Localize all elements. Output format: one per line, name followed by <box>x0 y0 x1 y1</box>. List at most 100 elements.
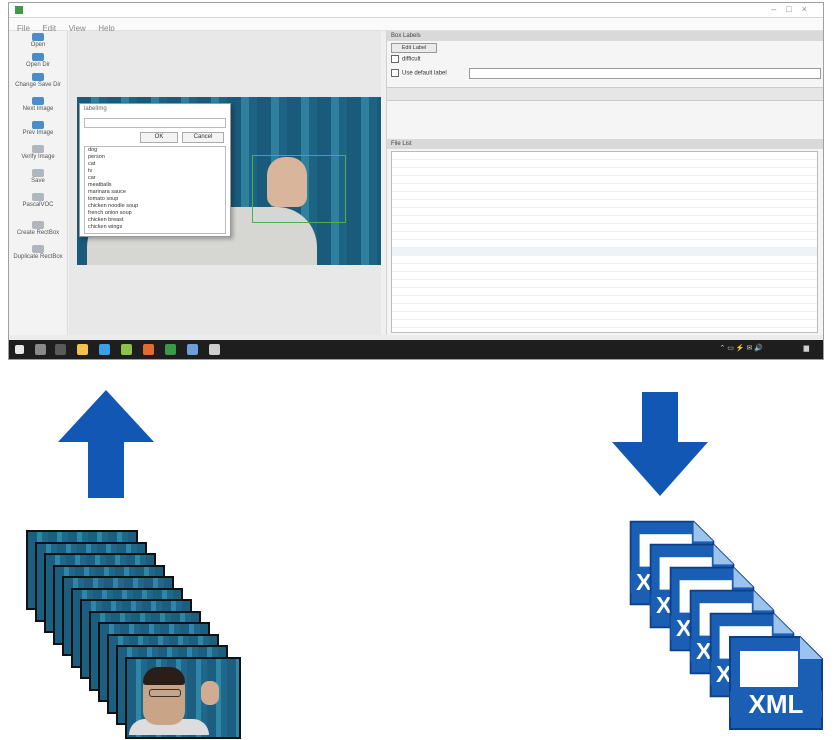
file-list-row[interactable] <box>392 152 817 160</box>
edit-label-button[interactable]: Edit Label <box>391 43 437 53</box>
image-frame <box>125 656 241 739</box>
app-icon[interactable] <box>143 344 154 355</box>
file-list-row[interactable] <box>392 280 817 288</box>
task-view-icon[interactable] <box>55 344 66 355</box>
xml-file-icon: X <box>649 543 735 629</box>
label-input[interactable] <box>84 118 226 128</box>
file-list-row[interactable] <box>392 304 817 312</box>
next-image-button[interactable]: Next Image <box>9 97 67 115</box>
menu-bar: File Edit View Help <box>9 18 823 33</box>
default-label-input[interactable] <box>469 68 821 79</box>
image-frame <box>62 576 174 656</box>
file-list-row[interactable] <box>392 160 817 168</box>
label-option[interactable]: chicken noodle soup <box>85 203 225 210</box>
label-option[interactable]: dog <box>85 147 225 154</box>
file-list-row[interactable] <box>392 176 817 184</box>
file-list-row[interactable] <box>392 256 817 264</box>
app-icon[interactable] <box>187 344 198 355</box>
file-list-row[interactable] <box>392 168 817 176</box>
person-face <box>143 666 185 725</box>
dialog-cancel-button[interactable]: Cancel <box>182 132 224 143</box>
file-list-row[interactable] <box>392 320 817 328</box>
file-list-row[interactable] <box>392 184 817 192</box>
difficult-checkbox[interactable]: difficult <box>391 55 421 63</box>
xml-file-icon: X <box>709 612 795 698</box>
label-option[interactable]: cat <box>85 161 225 168</box>
folder-icon <box>32 73 44 81</box>
file-list-row[interactable] <box>392 328 817 332</box>
xml-label-partial: X <box>696 638 712 664</box>
image-frame <box>26 530 138 610</box>
bounding-box[interactable] <box>252 155 346 223</box>
edge-icon[interactable] <box>99 344 110 355</box>
file-list-row[interactable] <box>392 200 817 208</box>
glasses-icon <box>149 688 181 697</box>
pascalvoc-button[interactable]: PascalVOC <box>9 193 67 211</box>
folder-icon <box>32 53 44 61</box>
label-option[interactable]: person <box>85 154 225 161</box>
windows-start-icon[interactable] <box>15 345 24 354</box>
check-icon <box>32 145 44 153</box>
change-save-dir-button[interactable]: Change Save Dir <box>9 73 67 91</box>
image-canvas[interactable]: labelImg OK Cancel dog person cat tv car… <box>69 31 381 335</box>
file-list-row[interactable] <box>392 248 817 256</box>
search-icon[interactable] <box>35 344 46 355</box>
label-option[interactable]: chicken wings <box>85 224 225 231</box>
dialog-ok-button[interactable]: OK <box>140 132 178 143</box>
notification-icon[interactable]: ▆ <box>804 344 809 352</box>
file-list-row[interactable] <box>392 312 817 320</box>
file-list-row[interactable] <box>392 296 817 304</box>
file-list-row[interactable] <box>392 288 817 296</box>
duplicate-rectbox-button[interactable]: Duplicate RectBox <box>9 245 67 263</box>
use-default-label-checkbox[interactable]: Use default label <box>391 69 447 77</box>
save-icon <box>32 169 44 177</box>
file-explorer-icon[interactable] <box>77 344 88 355</box>
dialog-title: labelImg <box>84 106 107 112</box>
duplicate-icon <box>32 245 44 253</box>
file-list-row[interactable] <box>392 208 817 216</box>
system-tray[interactable]: ⌃ ▭ ⚡ ✉ 🔊 <box>719 344 763 352</box>
hair <box>143 666 185 685</box>
raised-hand <box>201 680 219 705</box>
file-list-row[interactable] <box>392 224 817 232</box>
label-option[interactable]: marinara sauce <box>85 189 225 196</box>
right-panel: Box Labels Edit Label difficult Use defa… <box>386 31 823 335</box>
file-list-row[interactable] <box>392 272 817 280</box>
label-option[interactable]: tv <box>85 168 225 175</box>
label-option[interactable]: car <box>85 175 225 182</box>
xml-file-icon: XML <box>729 636 823 730</box>
label-option[interactable]: chicken breast <box>85 217 225 224</box>
box-labels-list[interactable] <box>387 87 823 101</box>
xml-label-partial: X <box>716 661 732 687</box>
prev-image-button[interactable]: Prev Image <box>9 121 67 139</box>
up-arrow-icon <box>58 390 154 498</box>
label-options-list: dog person cat tv car meatballs marinara… <box>84 146 226 234</box>
save-button[interactable]: Save <box>9 169 67 187</box>
file-list-row[interactable] <box>392 264 817 272</box>
open-button[interactable]: Open <box>9 33 67 51</box>
label-option[interactable]: meatballs <box>85 182 225 189</box>
box-labels-header: Box Labels <box>387 31 823 41</box>
folder-icon <box>32 33 44 41</box>
xml-label-partial: X <box>676 615 692 641</box>
arrow-left-icon <box>32 121 44 129</box>
file-list-row[interactable] <box>392 216 817 224</box>
app-icon[interactable] <box>121 344 132 355</box>
app-icon <box>15 6 23 14</box>
label-option[interactable]: tomato soup <box>85 196 225 203</box>
file-list-header: File List <box>387 139 823 149</box>
file-list-row[interactable] <box>392 232 817 240</box>
window-controls[interactable]: –□× <box>771 4 817 14</box>
checkbox-icon <box>391 55 399 63</box>
label-option[interactable]: french onion soup <box>85 210 225 217</box>
labelimg-taskbar-icon[interactable] <box>165 344 176 355</box>
file-list-row[interactable] <box>392 240 817 248</box>
open-dir-button[interactable]: Open Dir <box>9 53 67 71</box>
create-rectbox-button[interactable]: Create RectBox <box>9 221 67 239</box>
down-arrow-icon <box>612 392 708 496</box>
verify-image-button[interactable]: Verify Image <box>9 145 67 163</box>
file-list[interactable] <box>391 151 818 333</box>
image-frame <box>107 633 219 714</box>
app-icon[interactable] <box>209 344 220 355</box>
file-list-row[interactable] <box>392 192 817 200</box>
